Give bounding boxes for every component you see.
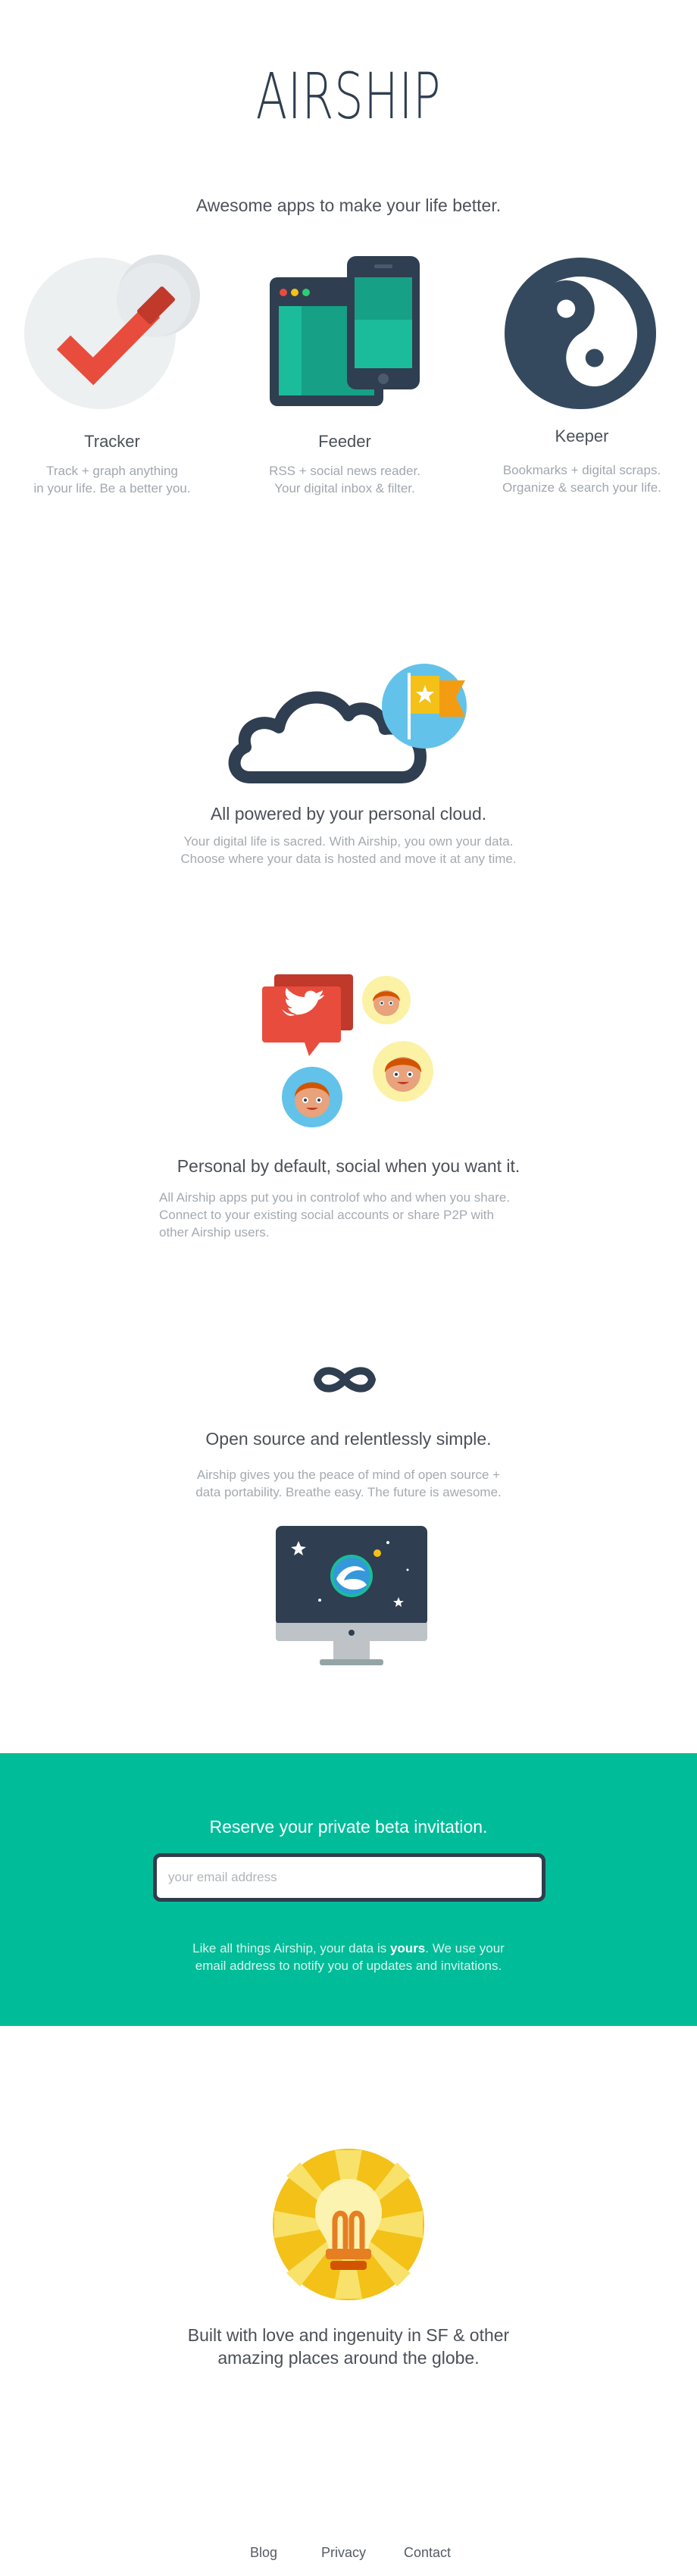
footer-link-privacy[interactable]: Privacy [321, 2545, 366, 2561]
built-with-love: Built with love and ingenuity in SF & ot… [187, 2325, 510, 2368]
footer-link-blog[interactable]: Blog [250, 2545, 277, 2561]
site-logo[interactable]: AIRSHIP [98, 59, 599, 133]
social-people-icon [262, 974, 433, 1127]
beta-signup-section: Reserve your private beta invitation. Li… [0, 1753, 697, 2026]
opensource-description: Airship gives you the peace of mind of o… [195, 1468, 502, 1499]
app-title: Tracker [84, 432, 140, 451]
cloud-title: All powered by your personal cloud. [210, 804, 487, 824]
app-feeder[interactable]: Feeder RSS + social news reader. Your dig… [250, 432, 439, 497]
app-description: RSS + social news reader. Your digital in… [269, 464, 420, 496]
infinity-icon [314, 1367, 376, 1393]
cloud-flag-icon [228, 664, 467, 783]
lightbulb-icon [273, 2149, 424, 2300]
social-description: All Airship apps put you in controlof wh… [159, 1190, 511, 1240]
beta-title: Reserve your private beta invitation. [209, 1817, 488, 1837]
app-title: Feeder [318, 432, 371, 451]
app-tracker[interactable]: Tracker Track + graph anything in your li… [17, 432, 207, 497]
tracker-checkmark-icon [24, 255, 200, 409]
app-keeper[interactable]: Keeper Bookmarks + digital scraps. Organi… [487, 427, 677, 496]
email-field-frame [153, 1853, 545, 1902]
social-title: Personal by default, social when you wan… [177, 1156, 520, 1176]
app-title: Keeper [555, 427, 609, 445]
feeder-devices-icon [270, 256, 420, 406]
cloud-description: Your digital life is sacred. With Airshi… [180, 834, 517, 866]
footer-link-contact[interactable]: Contact [404, 2545, 451, 2561]
tagline: Awesome apps to make your life better. [195, 195, 502, 215]
opensource-title: Open source and relentlessly simple. [205, 1429, 492, 1449]
app-description: Bookmarks + digital scraps. Organize & se… [502, 463, 661, 495]
email-field[interactable] [157, 1857, 542, 1898]
keeper-yin-yang-icon [505, 258, 656, 409]
beta-note: Like all things Airship, your data is yo… [192, 1941, 505, 1973]
monitor-globe-icon [276, 1526, 427, 1665]
app-description: Track + graph anything in your life. Be a… [33, 464, 191, 496]
